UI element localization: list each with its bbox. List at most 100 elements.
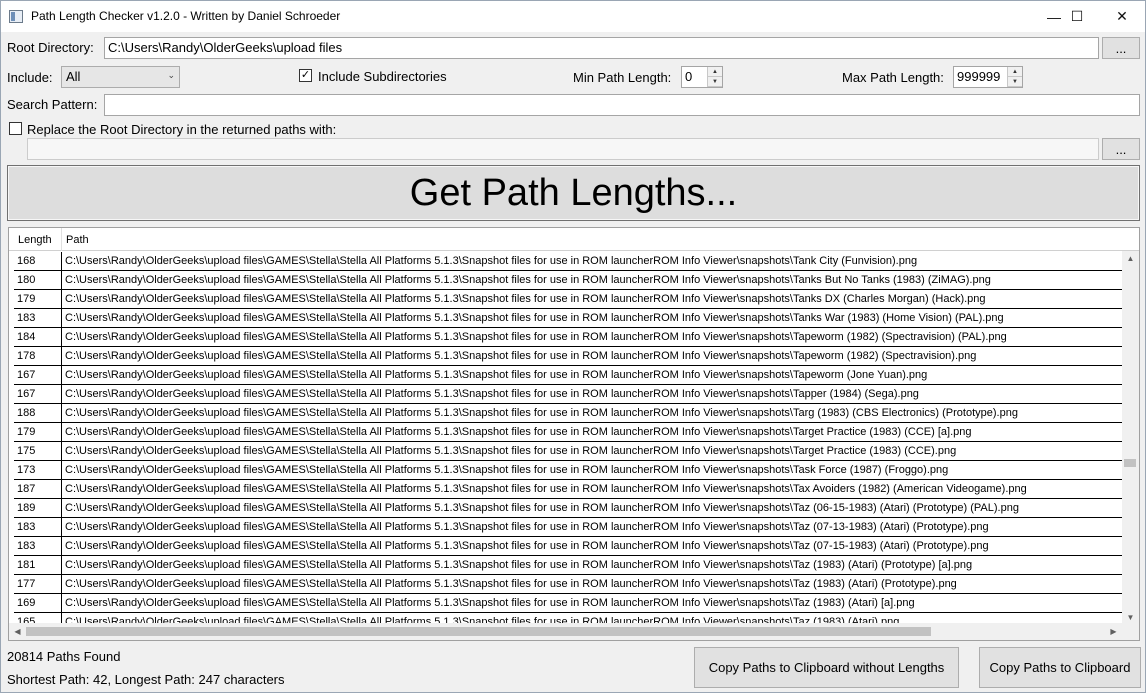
- cell-path: C:\Users\Randy\OlderGeeks\upload files\G…: [65, 540, 989, 552]
- table-row[interactable]: 175 C:\Users\Randy\OlderGeeks\upload file…: [14, 442, 1122, 461]
- main-window: Path Length Checker v1.2.0 - Written by …: [0, 0, 1146, 693]
- cell-path: C:\Users\Randy\OlderGeeks\upload files\G…: [65, 502, 1019, 514]
- stepper-up-icon[interactable]: ▲: [1007, 67, 1022, 77]
- cell-path: C:\Users\Randy\OlderGeeks\upload files\G…: [65, 483, 1027, 495]
- cell-path: C:\Users\Randy\OlderGeeks\upload files\G…: [65, 255, 918, 267]
- table-row[interactable]: 181 C:\Users\Randy\OlderGeeks\upload file…: [14, 556, 1122, 575]
- table-row[interactable]: 183 C:\Users\Randy\OlderGeeks\upload file…: [14, 537, 1122, 556]
- cell-path: C:\Users\Randy\OlderGeeks\upload files\G…: [65, 426, 972, 438]
- table-row[interactable]: 184 C:\Users\Randy\OlderGeeks\upload file…: [14, 328, 1122, 347]
- table-row[interactable]: 188 C:\Users\Randy\OlderGeeks\upload file…: [14, 404, 1122, 423]
- horizontal-scroll-thumb[interactable]: [26, 627, 931, 636]
- app-window-icon: [9, 10, 23, 23]
- checkmark-icon: ✓: [300, 69, 311, 81]
- cell-length: 169: [14, 594, 62, 613]
- copy-without-lengths-button[interactable]: Copy Paths to Clipboard without Lengths: [694, 647, 959, 688]
- grid-header: Length Path: [9, 228, 1139, 251]
- table-row[interactable]: 178 C:\Users\Randy\OlderGeeks\upload file…: [14, 347, 1122, 366]
- table-row[interactable]: 169 C:\Users\Randy\OlderGeeks\upload file…: [14, 594, 1122, 613]
- search-pattern-label: Search Pattern:: [7, 97, 98, 112]
- grid-rows: 168 C:\Users\Randy\OlderGeeks\upload file…: [14, 252, 1122, 624]
- cell-path: C:\Users\Randy\OlderGeeks\upload files\G…: [65, 331, 1007, 343]
- include-subdirectories-checkbox[interactable]: ✓: [299, 69, 312, 82]
- client-area: Root Directory: C:\Users\Randy\OlderGeek…: [1, 32, 1145, 692]
- replace-browse-button[interactable]: ...: [1102, 138, 1140, 160]
- column-header-path[interactable]: Path: [62, 228, 1122, 251]
- cell-length: 183: [14, 309, 62, 328]
- scroll-right-icon[interactable]: ▶: [1105, 623, 1122, 640]
- table-row[interactable]: 167 C:\Users\Randy\OlderGeeks\upload file…: [14, 385, 1122, 404]
- root-browse-button[interactable]: ...: [1102, 37, 1140, 59]
- table-row[interactable]: 177 C:\Users\Randy\OlderGeeks\upload file…: [14, 575, 1122, 594]
- stepper-up-icon[interactable]: ▲: [707, 67, 722, 77]
- table-row[interactable]: 183 C:\Users\Randy\OlderGeeks\upload file…: [14, 518, 1122, 537]
- cell-length: 189: [14, 499, 62, 518]
- cell-path: C:\Users\Randy\OlderGeeks\upload files\G…: [65, 597, 915, 609]
- max-path-length-value: 999999: [957, 69, 1001, 84]
- cell-length: 184: [14, 328, 62, 347]
- replace-root-checkbox[interactable]: [9, 122, 22, 135]
- table-row[interactable]: 183 C:\Users\Randy\OlderGeeks\upload file…: [14, 309, 1122, 328]
- root-directory-input[interactable]: C:\Users\Randy\OlderGeeks\upload files: [104, 37, 1099, 59]
- root-directory-label: Root Directory:: [7, 40, 94, 55]
- include-dropdown[interactable]: All ⌄: [61, 66, 180, 88]
- scroll-up-icon[interactable]: ▲: [1122, 251, 1139, 266]
- paths-found-text: 20814 Paths Found: [7, 649, 121, 664]
- scroll-left-icon[interactable]: ◀: [9, 623, 26, 640]
- vertical-scroll-thumb[interactable]: [1124, 459, 1136, 467]
- window-title: Path Length Checker v1.2.0 - Written by …: [31, 9, 341, 23]
- table-row[interactable]: 187 C:\Users\Randy\OlderGeeks\upload file…: [14, 480, 1122, 499]
- results-grid[interactable]: Length Path 168 C:\Users\Randy\OlderGeeks…: [8, 227, 1140, 641]
- cell-length: 179: [14, 290, 62, 309]
- vertical-scrollbar[interactable]: ▲ ▼: [1122, 251, 1139, 625]
- get-path-lengths-button[interactable]: Get Path Lengths...: [7, 165, 1140, 221]
- include-selected-value: All: [66, 69, 81, 84]
- cell-path: C:\Users\Randy\OlderGeeks\upload files\G…: [65, 559, 973, 571]
- cell-path: C:\Users\Randy\OlderGeeks\upload files\G…: [65, 464, 949, 476]
- cell-path: C:\Users\Randy\OlderGeeks\upload files\G…: [65, 312, 1004, 324]
- cell-length: 179: [14, 423, 62, 442]
- path-stats-text: Shortest Path: 42, Longest Path: 247 cha…: [7, 672, 285, 687]
- copy-paths-button[interactable]: Copy Paths to Clipboard: [979, 647, 1141, 688]
- chevron-down-icon: ⌄: [167, 70, 175, 80]
- max-path-length-label: Max Path Length:: [842, 70, 944, 85]
- cell-length: 168: [14, 252, 62, 271]
- cell-path: C:\Users\Randy\OlderGeeks\upload files\G…: [65, 350, 977, 362]
- horizontal-scrollbar[interactable]: ◀ ▶: [9, 623, 1122, 640]
- max-path-length-stepper[interactable]: 999999 ▲ ▼: [953, 66, 1023, 88]
- column-header-length[interactable]: Length: [14, 228, 62, 251]
- cell-length: 183: [14, 518, 62, 537]
- title-bar[interactable]: Path Length Checker v1.2.0 - Written by …: [1, 1, 1145, 32]
- min-path-length-label: Min Path Length:: [573, 70, 672, 85]
- maximize-button[interactable]: ☐: [1054, 1, 1100, 32]
- table-row[interactable]: 179 C:\Users\Randy\OlderGeeks\upload file…: [14, 290, 1122, 309]
- cell-path: C:\Users\Randy\OlderGeeks\upload files\G…: [65, 274, 991, 286]
- include-subdirectories-label[interactable]: Include Subdirectories: [318, 69, 447, 84]
- table-row[interactable]: 168 C:\Users\Randy\OlderGeeks\upload file…: [14, 252, 1122, 271]
- table-row[interactable]: 180 C:\Users\Randy\OlderGeeks\upload file…: [14, 271, 1122, 290]
- table-row[interactable]: 189 C:\Users\Randy\OlderGeeks\upload file…: [14, 499, 1122, 518]
- cell-path: C:\Users\Randy\OlderGeeks\upload files\G…: [65, 521, 989, 533]
- cell-length: 187: [14, 480, 62, 499]
- include-label: Include:: [7, 70, 53, 85]
- replace-root-label[interactable]: Replace the Root Directory in the return…: [27, 122, 336, 137]
- scrollbar-corner: [1122, 623, 1139, 640]
- replace-root-input[interactable]: [27, 138, 1099, 160]
- stepper-down-icon[interactable]: ▼: [707, 77, 722, 87]
- maximize-icon: ☐: [1070, 8, 1084, 24]
- min-path-length-stepper[interactable]: 0 ▲ ▼: [681, 66, 723, 88]
- close-button[interactable]: ✕: [1099, 1, 1145, 32]
- cell-path: C:\Users\Randy\OlderGeeks\upload files\G…: [65, 578, 957, 590]
- cell-length: 177: [14, 575, 62, 594]
- search-pattern-input[interactable]: [104, 94, 1140, 116]
- table-row[interactable]: 173 C:\Users\Randy\OlderGeeks\upload file…: [14, 461, 1122, 480]
- cell-length: 180: [14, 271, 62, 290]
- cell-path: C:\Users\Randy\OlderGeeks\upload files\G…: [65, 293, 986, 305]
- cell-length: 183: [14, 537, 62, 556]
- table-row[interactable]: 167 C:\Users\Randy\OlderGeeks\upload file…: [14, 366, 1122, 385]
- stepper-down-icon[interactable]: ▼: [1007, 77, 1022, 87]
- cell-path: C:\Users\Randy\OlderGeeks\upload files\G…: [65, 388, 919, 400]
- table-row[interactable]: 179 C:\Users\Randy\OlderGeeks\upload file…: [14, 423, 1122, 442]
- close-icon: ✕: [1116, 8, 1128, 24]
- cell-length: 188: [14, 404, 62, 423]
